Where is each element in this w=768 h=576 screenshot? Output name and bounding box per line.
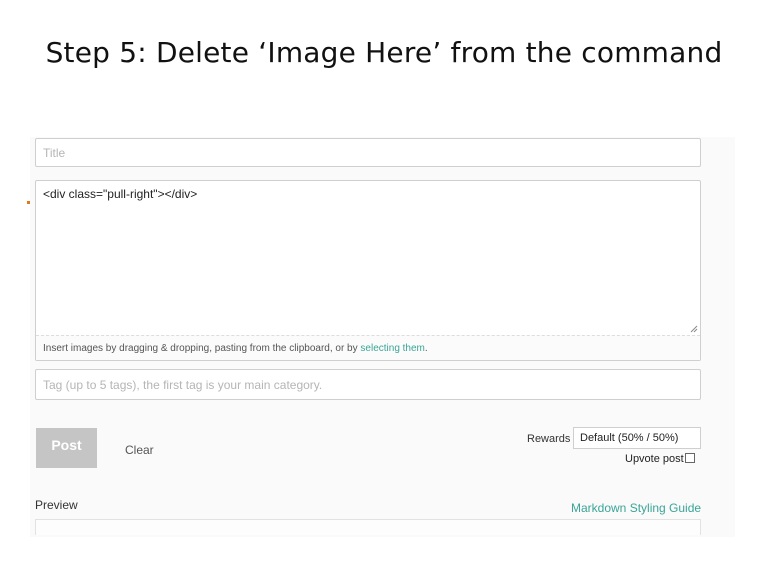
post-button[interactable]: Post: [36, 428, 97, 468]
upvote-label: Upvote post: [625, 453, 684, 465]
rewards-label: Rewards: [527, 433, 571, 445]
clear-button[interactable]: Clear: [125, 443, 154, 457]
tag-field-wrapper: [35, 369, 701, 400]
resize-grip-icon[interactable]: [690, 325, 698, 333]
preview-heading: Preview: [35, 498, 78, 512]
insert-hint-text: Insert images by dragging & dropping, pa…: [43, 343, 361, 354]
slide-title: Step 5: Delete ‘Image Here’ from the com…: [45, 36, 723, 69]
body-editor[interactable]: <div class="pull-right"></div> Insert im…: [35, 180, 701, 361]
insert-hint-suffix: .: [424, 343, 428, 354]
selecting-them-link[interactable]: selecting them: [360, 343, 424, 354]
body-textarea-content[interactable]: <div class="pull-right"></div>: [43, 187, 197, 201]
title-input[interactable]: [36, 139, 700, 166]
tag-input[interactable]: [36, 370, 700, 399]
markdown-styling-guide-link[interactable]: Markdown Styling Guide: [571, 501, 701, 515]
post-editor-panel: <div class="pull-right"></div> Insert im…: [30, 137, 735, 537]
preview-box: [35, 519, 701, 535]
upvote-checkbox[interactable]: [685, 453, 695, 463]
title-field-wrapper: [35, 138, 701, 167]
image-insert-hint: Insert images by dragging & dropping, pa…: [36, 335, 700, 360]
rewards-select[interactable]: Default (50% / 50%): [573, 427, 701, 449]
